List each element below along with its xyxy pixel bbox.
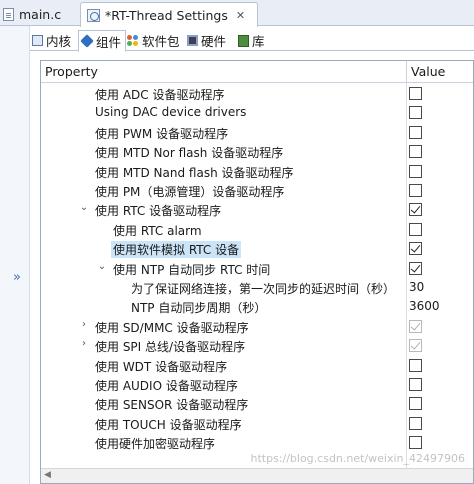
table-row[interactable]: › 使用 SPI 总线/设备驱动程序 <box>41 336 473 355</box>
row-checkbox[interactable] <box>409 164 422 178</box>
tab-hardware-label: 硬件 <box>201 34 227 49</box>
row-label: 使用硬件加密驱动程序 <box>95 437 216 452</box>
expand-arrow-icon[interactable]: › <box>79 338 89 349</box>
row-label: 使用 TOUCH 设备驱动程序 <box>95 417 242 432</box>
tab-hardware[interactable]: 硬件 <box>187 30 234 51</box>
collapse-arrow-icon[interactable]: ⌄ <box>97 261 107 272</box>
row-value[interactable]: 30 <box>409 280 424 294</box>
row-label: 使用 PWM 设备驱动程序 <box>95 126 229 141</box>
tab-components[interactable]: 组件 <box>78 30 126 52</box>
row-checkbox[interactable] <box>409 261 422 275</box>
table-row[interactable]: 使用 ADC 设备驱动程序 <box>41 84 473 103</box>
components-icon <box>80 34 94 48</box>
settings-file-icon <box>87 8 100 22</box>
table-row[interactable]: Using DAC device drivers <box>41 103 473 122</box>
row-label: 使用软件模拟 RTC 设备 <box>111 241 242 259</box>
row-checkbox[interactable] <box>409 125 422 139</box>
packages-icon <box>127 34 139 47</box>
row-checkbox[interactable] <box>409 242 422 256</box>
table-row[interactable]: 使用 RTC alarm <box>41 220 473 239</box>
horizontal-scrollbar[interactable]: ◀ <box>41 468 473 483</box>
row-label: 使用 SD/MMC 设备驱动程序 <box>95 320 249 335</box>
row-label: 为了保证网络连接，第一次同步的延迟时间（秒） <box>131 282 396 296</box>
table-row[interactable]: 使用 MTD Nor flash 设备驱动程序 <box>41 142 473 161</box>
row-checkbox[interactable] <box>409 222 422 236</box>
settings-tab-bar: 内核 组件 软件包 硬件 库 <box>30 30 474 52</box>
table-row[interactable]: 为了保证网络连接，第一次同步的延迟时间（秒） 30 <box>41 278 473 297</box>
table-row[interactable]: 使用软件模拟 RTC 设备 <box>41 239 473 259</box>
row-checkbox[interactable] <box>409 378 422 391</box>
tab-kernel[interactable]: 内核 <box>32 30 76 51</box>
row-checkbox[interactable] <box>409 397 422 411</box>
row-label: 使用 WDT 设备驱动程序 <box>95 359 228 374</box>
row-label: 使用 AUDIO 设备驱动程序 <box>95 379 238 393</box>
tab-rt-thread-settings[interactable]: *RT-Thread Settings ✕ <box>80 2 258 27</box>
library-icon <box>238 34 249 47</box>
c-file-icon <box>3 7 14 21</box>
table-header: Property Value <box>41 61 473 83</box>
property-table: Property Value 使用 ADC 设备驱动程序 Using DAC de… <box>40 60 474 484</box>
table-row[interactable]: › 使用 SD/MMC 设备驱动程序 <box>41 317 473 336</box>
table-row[interactable]: 使用 PWM 设备驱动程序 <box>41 123 473 142</box>
table-row[interactable]: 使用 AUDIO 设备驱动程序 <box>41 375 473 394</box>
tab-rt-thread-settings-label: *RT-Thread Settings <box>105 7 228 23</box>
watermark: https://blog.csdn.net/weixin_42497906 <box>250 452 465 465</box>
row-label: 使用 NTP 自动同步 RTC 时间 <box>113 262 271 277</box>
table-row[interactable]: ⌄ 使用 NTP 自动同步 RTC 时间 <box>41 259 473 278</box>
collapse-arrow-icon[interactable]: ⌄ <box>79 202 89 213</box>
tab-library[interactable]: 库 <box>238 30 274 51</box>
editor-tab-bar: main.c *RT-Thread Settings ✕ <box>0 0 474 27</box>
tab-kernel-label: 内核 <box>46 34 72 49</box>
table-row[interactable]: NTP 自动同步周期（秒） 3600 <box>41 297 473 316</box>
row-label: 使用 ADC 设备驱动程序 <box>95 88 225 102</box>
row-label: 使用 PM（电源管理）设备驱动程序 <box>95 185 285 199</box>
row-label: 使用 MTD Nand flash 设备驱动程序 <box>95 165 294 180</box>
tab-components-label: 组件 <box>96 34 122 50</box>
tab-packages-label: 软件包 <box>142 34 180 49</box>
side-panel-strip <box>0 26 30 484</box>
tab-library-label: 库 <box>252 34 265 49</box>
expand-panel-icon[interactable]: » <box>13 270 21 285</box>
row-label: 使用 SPI 总线/设备驱动程序 <box>95 340 246 355</box>
row-value[interactable]: 3600 <box>409 299 440 313</box>
tab-main-c-label: main.c <box>19 6 62 22</box>
row-label: 使用 MTD Nor flash 设备驱动程序 <box>95 146 284 161</box>
scroll-left-icon[interactable]: ◀ <box>44 470 51 480</box>
table-row[interactable]: 使用 MTD Nand flash 设备驱动程序 <box>41 162 473 181</box>
row-checkbox[interactable] <box>409 184 422 197</box>
tab-packages[interactable]: 软件包 <box>127 30 184 51</box>
row-checkbox[interactable] <box>409 87 422 100</box>
table-row[interactable]: 使用 TOUCH 设备驱动程序 <box>41 414 473 433</box>
kernel-icon <box>32 35 43 46</box>
row-label: 使用 RTC 设备驱动程序 <box>95 204 222 219</box>
row-label: 使用 RTC alarm <box>113 223 202 238</box>
table-row[interactable]: 使用 SENSOR 设备驱动程序 <box>41 394 473 413</box>
expand-arrow-icon[interactable]: › <box>79 319 89 330</box>
table-row[interactable]: 使用硬件加密驱动程序 <box>41 433 473 452</box>
row-checkbox <box>409 319 422 333</box>
row-checkbox <box>409 339 422 353</box>
header-divider[interactable] <box>406 61 407 83</box>
row-label: 使用 SENSOR 设备驱动程序 <box>95 398 249 413</box>
header-value[interactable]: Value <box>411 64 445 79</box>
row-checkbox[interactable] <box>409 416 422 430</box>
row-checkbox[interactable] <box>409 106 422 120</box>
chip-icon <box>187 35 198 46</box>
close-icon[interactable]: ✕ <box>236 9 245 22</box>
row-label: NTP 自动同步周期（秒） <box>131 301 267 316</box>
row-checkbox[interactable] <box>409 145 422 159</box>
tab-main-c[interactable]: main.c <box>3 2 75 26</box>
table-row[interactable]: 使用 PM（电源管理）设备驱动程序 <box>41 181 473 200</box>
row-checkbox[interactable] <box>409 436 422 450</box>
row-checkbox[interactable] <box>409 358 422 372</box>
table-row[interactable]: ⌄ 使用 RTC 设备驱动程序 <box>41 200 473 219</box>
row-label: Using DAC device drivers <box>95 105 247 120</box>
table-row[interactable]: 使用 WDT 设备驱动程序 <box>41 356 473 375</box>
header-property[interactable]: Property <box>45 64 98 79</box>
row-checkbox[interactable] <box>409 203 422 217</box>
